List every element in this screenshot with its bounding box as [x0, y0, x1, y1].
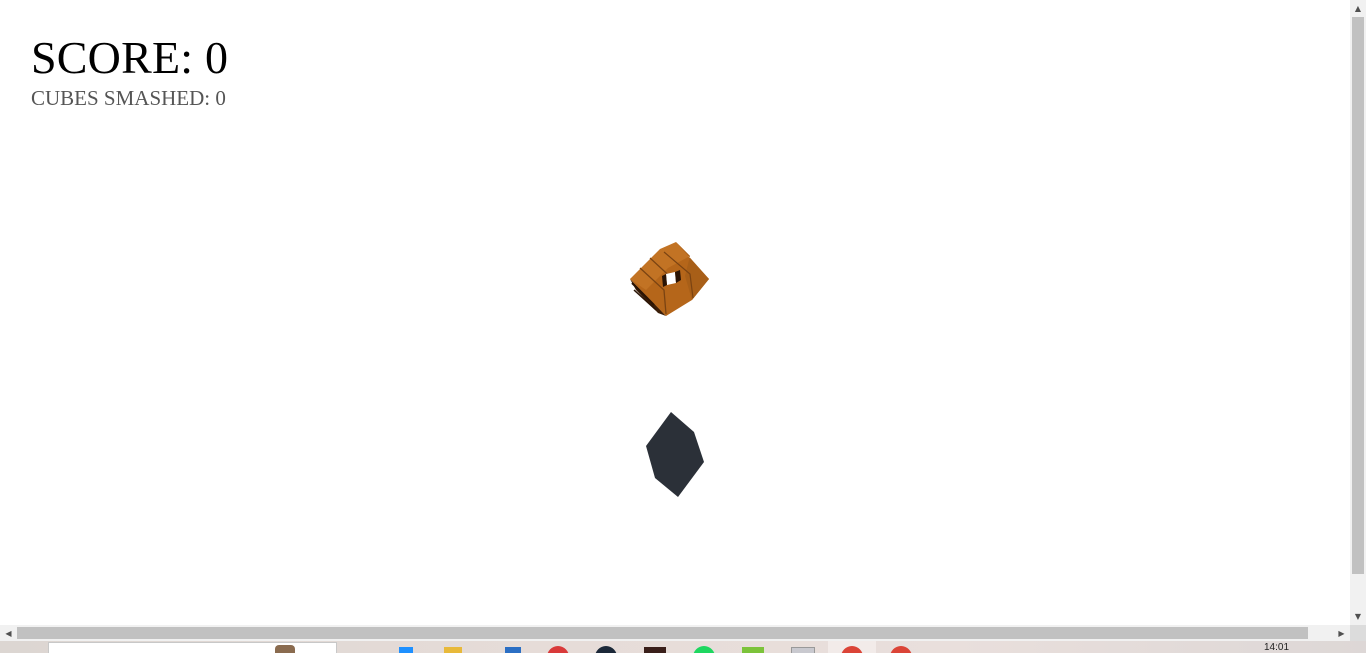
- player-cube-face: [646, 412, 704, 497]
- chrome-icon-2[interactable]: [890, 646, 912, 653]
- crate-cube: [630, 242, 709, 316]
- minecraft-icon[interactable]: [742, 647, 764, 653]
- player-cube: [646, 412, 704, 497]
- scroll-right-arrow-icon[interactable]: ▶: [1333, 625, 1350, 641]
- crate-cube-hole: [666, 272, 676, 285]
- taskbar-clock[interactable]: 14:01: [1264, 643, 1289, 653]
- horizontal-scroll-thumb[interactable]: [17, 627, 1308, 639]
- scroll-left-arrow-icon[interactable]: ◀: [0, 625, 17, 641]
- vertical-scroll-thumb[interactable]: [1352, 17, 1364, 574]
- scroll-up-arrow-icon[interactable]: ▲: [1350, 0, 1366, 17]
- score-label: SCORE: 0: [31, 32, 229, 83]
- scroll-corner: [1350, 625, 1366, 641]
- taskbar: 14:01: [0, 641, 1366, 653]
- media-icon[interactable]: [644, 647, 666, 653]
- hud: SCORE: 0 CUBES SMASHED: 0: [31, 30, 228, 110]
- horizontal-scrollbar[interactable]: ◀ ▶: [0, 625, 1350, 641]
- window-icon[interactable]: [791, 647, 815, 653]
- spotify-icon[interactable]: [693, 646, 715, 653]
- scroll-down-arrow-icon[interactable]: ▼: [1350, 608, 1366, 625]
- opera-icon[interactable]: [547, 646, 569, 653]
- game-viewport[interactable]: SCORE: 0 CUBES SMASHED: 0: [0, 0, 1350, 625]
- store-icon[interactable]: [505, 647, 521, 653]
- file-icon[interactable]: [399, 647, 413, 653]
- vertical-scrollbar[interactable]: ▲ ▼: [1350, 0, 1366, 625]
- steam-icon[interactable]: [595, 646, 617, 653]
- search-highlight-icon: [275, 645, 295, 653]
- folder-icon[interactable]: [444, 647, 462, 653]
- cubes-smashed-label: CUBES SMASHED: 0: [31, 86, 226, 110]
